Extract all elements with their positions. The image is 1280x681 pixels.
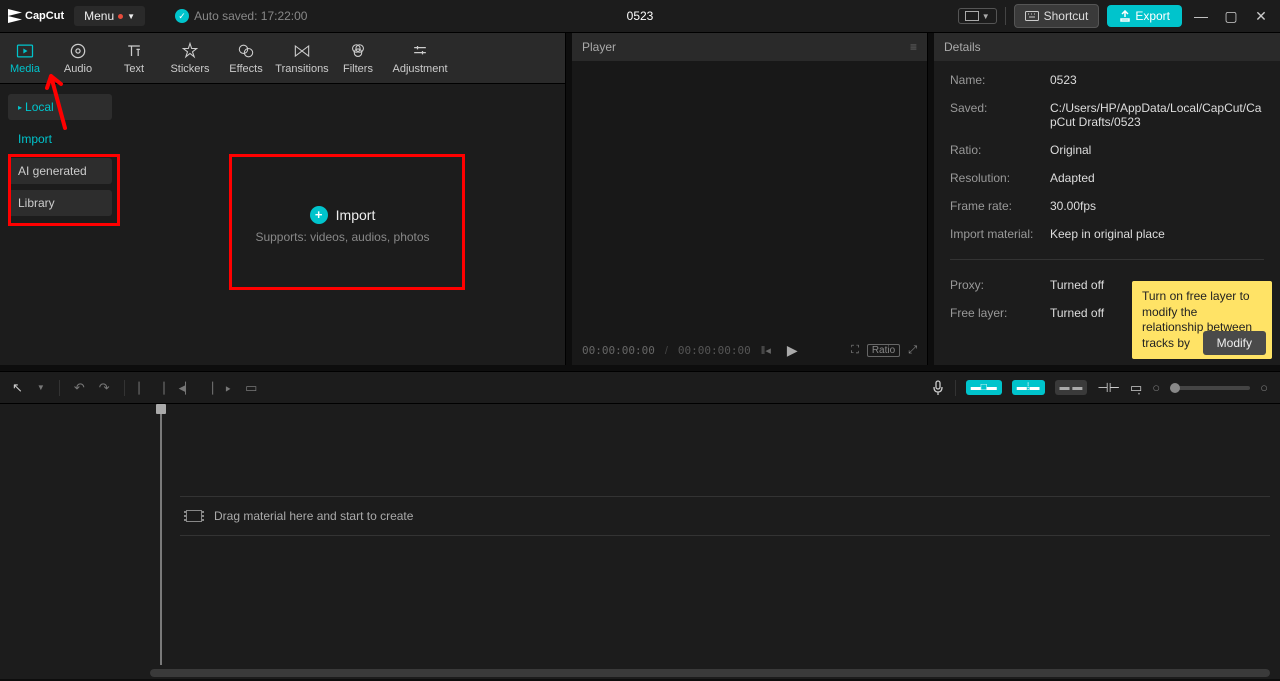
sidebar-item-import[interactable]: Import (8, 126, 112, 152)
detail-resolution-label: Resolution: (950, 171, 1050, 185)
timeline-tracks[interactable]: Drag material here and start to create (160, 404, 1280, 679)
player-viewport[interactable]: 00:00:00:00/00:00:00:00 ‖◂ ▶ ⛶ Ratio ⤢ (572, 61, 927, 365)
sidebar-item-local[interactable]: ▸Local (8, 94, 112, 120)
stickers-icon (180, 41, 200, 61)
tab-transitions[interactable]: Transitions (274, 37, 330, 79)
aspect-button[interactable]: ▼ (958, 8, 997, 24)
modify-button[interactable]: Modify (1203, 331, 1266, 355)
import-dropzone[interactable]: + Import Supports: videos, audios, photos (120, 84, 565, 365)
capcut-icon (8, 9, 22, 23)
tool-dropdown[interactable]: ▼ (37, 383, 45, 392)
timeline-panel: ↖ ▼ ↶ ↷ ⎸⎹ ◂⎸ ⎸▸ ▭ ▬□▬ ▬⁞▬ ▬ ▬ ⊣⊢ ▭̣ ○ ○… (0, 371, 1280, 679)
check-icon: ✓ (175, 9, 189, 23)
module-tabs: Media Audio Text Stickers Effects Transi… (0, 33, 565, 84)
preview-icon[interactable]: ▭̣ (1130, 380, 1142, 396)
zoom-in-button[interactable]: ○ (1260, 380, 1268, 395)
player-menu-icon[interactable]: ≡ (910, 40, 917, 54)
detail-ratio-value: Original (1050, 143, 1264, 157)
redo-button[interactable]: ↷ (99, 380, 110, 396)
playhead[interactable] (160, 408, 162, 665)
shortcut-button[interactable]: Shortcut (1014, 4, 1100, 28)
split-left-tool[interactable]: ◂⎸ (179, 380, 199, 396)
ratio-button[interactable]: Ratio (867, 344, 900, 357)
detail-freelayer-label: Free layer: (950, 306, 1050, 320)
crop-icon[interactable]: ⛶ (851, 344, 859, 357)
player-panel: Player ≡ 00:00:00:00/00:00:00:00 ‖◂ ▶ ⛶ R… (572, 33, 928, 365)
text-icon (124, 41, 144, 61)
detail-framerate-value: 30.00fps (1050, 199, 1264, 213)
split-right-tool[interactable]: ⎸▸ (212, 380, 231, 396)
project-title: 0523 (627, 9, 654, 23)
magnet-main-button[interactable]: ▬□▬ (966, 380, 1002, 395)
autosave-status: ✓Auto saved: 17:22:00 (175, 9, 307, 23)
tab-text[interactable]: Text (106, 37, 162, 79)
plus-icon: + (310, 206, 328, 224)
fullscreen-icon[interactable]: ⤢ (908, 344, 917, 357)
magnet-link-button[interactable]: ▬⁞▬ (1012, 380, 1045, 395)
undo-button[interactable]: ↶ (74, 380, 85, 396)
effects-icon (236, 41, 256, 61)
export-icon (1119, 10, 1131, 22)
tab-filters[interactable]: Filters (330, 37, 386, 79)
import-label: Import (336, 207, 376, 223)
detail-saved-label: Saved: (950, 101, 1050, 129)
prev-frame-button[interactable]: ‖◂ (761, 344, 771, 357)
timecode-total: 00:00:00:00 (678, 344, 751, 357)
zoom-out-button[interactable]: ○ (1152, 380, 1160, 395)
split-tool[interactable]: ⎸⎹ (139, 380, 165, 396)
detail-saved-value: C:/Users/HP/AppData/Local/CapCut/CapCut … (1050, 101, 1264, 129)
app-logo: CapCut (8, 9, 64, 23)
snap-icon[interactable]: ⊣⊢ (1097, 380, 1120, 396)
close-button[interactable]: ✕ (1250, 8, 1272, 25)
detail-framerate-label: Frame rate: (950, 199, 1050, 213)
detail-name-value: 0523 (1050, 73, 1264, 87)
timeline-dropzone[interactable]: Drag material here and start to create (180, 496, 1270, 536)
delete-tool[interactable]: ▭ (245, 380, 257, 396)
audio-icon (68, 41, 88, 61)
media-sidebar: ▸Local Import AI generated Library (0, 84, 120, 365)
details-title: Details (944, 40, 981, 54)
player-title: Player (582, 40, 616, 54)
pointer-tool[interactable]: ↖ (12, 380, 23, 396)
timeline-hint: Drag material here and start to create (214, 509, 413, 523)
timeline-scrollbar[interactable] (150, 669, 1270, 677)
export-button[interactable]: Export (1107, 5, 1182, 27)
mic-icon[interactable] (931, 380, 945, 396)
brand-label: CapCut (25, 10, 64, 22)
timecode-current: 00:00:00:00 (582, 344, 655, 357)
minimize-button[interactable]: — (1190, 8, 1212, 24)
sidebar-item-ai[interactable]: AI generated (8, 158, 112, 184)
media-panel: Media Audio Text Stickers Effects Transi… (0, 33, 566, 365)
filters-icon (348, 41, 368, 61)
play-button[interactable]: ▶ (787, 342, 798, 359)
zoom-slider[interactable] (1170, 386, 1250, 390)
media-icon (15, 41, 35, 61)
detail-import-label: Import material: (950, 227, 1050, 241)
tab-stickers[interactable]: Stickers (162, 37, 218, 79)
tab-effects[interactable]: Effects (218, 37, 274, 79)
detail-resolution-value: Adapted (1050, 171, 1264, 185)
tab-audio[interactable]: Audio (50, 37, 106, 79)
tab-adjustment[interactable]: Adjustment (386, 37, 454, 79)
tab-media[interactable]: Media (0, 37, 50, 79)
menu-button[interactable]: Menu▼ (74, 6, 145, 26)
details-panel: Details Name:0523 Saved:C:/Users/HP/AppD… (934, 33, 1280, 365)
maximize-button[interactable]: ▢ (1220, 8, 1242, 25)
detail-import-value: Keep in original place (1050, 227, 1264, 241)
timeline-toolbar: ↖ ▼ ↶ ↷ ⎸⎹ ◂⎸ ⎸▸ ▭ ▬□▬ ▬⁞▬ ▬ ▬ ⊣⊢ ▭̣ ○ ○ (0, 372, 1280, 404)
transitions-icon (292, 41, 312, 61)
detail-proxy-label: Proxy: (950, 278, 1050, 292)
detail-name-label: Name: (950, 73, 1050, 87)
detail-ratio-label: Ratio: (950, 143, 1050, 157)
titlebar: CapCut Menu▼ ✓Auto saved: 17:22:00 0523 … (0, 0, 1280, 33)
adjustment-icon (410, 41, 430, 61)
import-sublabel: Supports: videos, audios, photos (255, 230, 429, 244)
keyboard-icon (1025, 11, 1039, 21)
film-icon (186, 510, 202, 522)
magnet-off-button[interactable]: ▬ ▬ (1055, 380, 1088, 395)
sidebar-item-library[interactable]: Library (8, 190, 112, 216)
